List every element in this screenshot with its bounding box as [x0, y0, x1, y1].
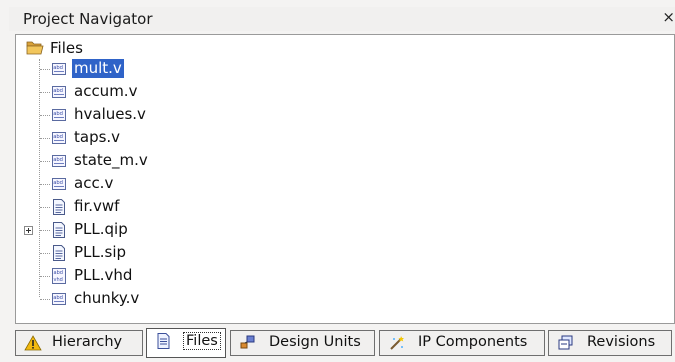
verilog-file-icon: abd: [52, 293, 66, 305]
tree-item-chunky-v[interactable]: abd chunky.v: [16, 288, 656, 311]
vhdl-file-icon: abdvhd: [52, 268, 66, 284]
svg-text:abd: abd: [53, 65, 63, 71]
tab-ip-components[interactable]: IP Components: [379, 330, 545, 356]
tree-item-state-m-v[interactable]: abd state_m.v: [16, 150, 656, 173]
tree-item-label: PLL.sip: [74, 243, 127, 261]
ip-components-icon: [390, 336, 404, 350]
verilog-file-icon: abd: [52, 132, 66, 144]
close-icon[interactable]: ×: [662, 8, 675, 26]
navigator-tabbar: Hierarchy Files Design Units IP Components R…: [15, 328, 675, 362]
tree-item-pll-qip[interactable]: PLL.qip: [16, 219, 656, 242]
document-icon: [53, 199, 65, 215]
svg-text:abd: abd: [54, 270, 63, 276]
panel-title: Project Navigator: [23, 10, 153, 28]
tree-item-label: chunky.v: [74, 289, 140, 307]
tab-label: Design Units: [269, 334, 361, 350]
tree-item-pll-vhd[interactable]: abd vhd PLL.vhd: [16, 265, 656, 288]
tree-item-label: taps.v: [74, 128, 121, 146]
tree-item-label: PLL.vhd: [74, 266, 133, 284]
document-icon: [157, 333, 170, 349]
design-units-icon: [240, 335, 255, 349]
tree-item-pll-sip[interactable]: PLL.sip: [16, 242, 656, 265]
tree-root-label: Files: [50, 39, 83, 57]
tab-revisions[interactable]: Revisions: [548, 330, 672, 356]
verilog-file-icon: abd: [52, 86, 66, 98]
tree-item-hvalues-v[interactable]: abd hvalues.v: [16, 104, 656, 127]
tab-design-units[interactable]: Design Units: [230, 330, 375, 356]
verilog-file-icon: abd: [52, 109, 66, 121]
tree-item-fir-vwf[interactable]: fir.vwf: [16, 196, 656, 219]
folder-open-icon: [26, 41, 44, 55]
verilog-file-icon: abd: [52, 178, 66, 190]
tab-label: Hierarchy: [52, 334, 123, 350]
tree-item-label: hvalues.v: [74, 105, 146, 123]
warning-triangle-icon: [24, 335, 42, 351]
tree-item-label: acc.v: [74, 174, 114, 192]
svg-text:abd: abd: [53, 134, 63, 140]
tree-item-label: fir.vwf: [74, 197, 120, 215]
project-navigator-panel: Project Navigator × Files abd mult.v abd ac…: [0, 0, 675, 362]
document-icon: [53, 245, 65, 261]
tab-hierarchy[interactable]: Hierarchy: [15, 330, 143, 356]
tab-label: Files: [183, 332, 221, 350]
svg-text:abd: abd: [53, 180, 63, 186]
svg-text:abd: abd: [53, 295, 63, 301]
svg-text:abd: abd: [53, 88, 63, 94]
svg-text:abd: abd: [53, 157, 63, 163]
expand-plus-icon[interactable]: [24, 226, 33, 235]
tab-label: IP Components: [418, 334, 528, 350]
panel-titlebar: Project Navigator ×: [9, 7, 675, 31]
tree-item-label: PLL.qip: [74, 220, 128, 238]
files-tree: Files abd mult.v abd accum.v abd hvalues.v abd…: [15, 34, 675, 324]
revisions-icon: [558, 335, 573, 350]
tree-item-label: mult.v: [72, 59, 124, 78]
tree-item-taps-v[interactable]: abd taps.v: [16, 127, 656, 150]
verilog-file-icon: abd: [52, 155, 66, 167]
tree-item-accum-v[interactable]: abd accum.v: [16, 81, 656, 104]
tree-item-label: accum.v: [74, 82, 138, 100]
tab-label: Revisions: [587, 334, 656, 350]
svg-text:abd: abd: [53, 111, 63, 117]
document-icon: [53, 222, 65, 238]
tree-item-mult-v[interactable]: abd mult.v: [16, 58, 656, 81]
svg-text:vhd: vhd: [54, 277, 63, 283]
verilog-file-icon: abd: [52, 63, 66, 75]
tree-item-label: state_m.v: [74, 151, 148, 169]
tab-files[interactable]: Files: [146, 328, 226, 358]
tree-item-acc-v[interactable]: abd acc.v: [16, 173, 656, 196]
